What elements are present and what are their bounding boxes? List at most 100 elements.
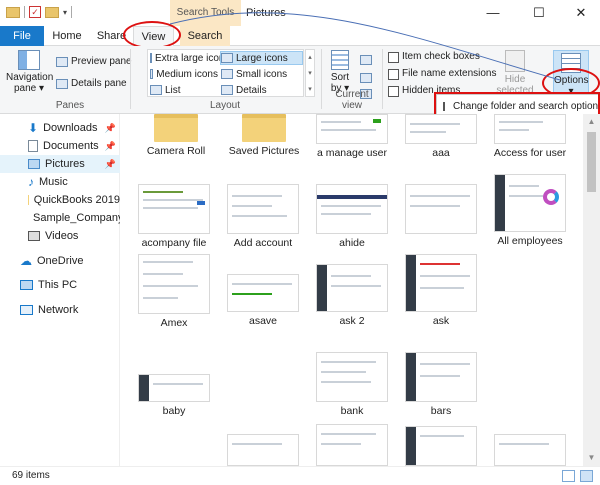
nav-item-network[interactable]: Network — [0, 301, 120, 319]
file-item[interactable] — [222, 434, 304, 466]
file-item[interactable]: ahide — [311, 184, 393, 249]
thumb-detail — [153, 383, 203, 385]
preview-pane-button[interactable]: Preview pane — [56, 54, 132, 70]
details-pane-button[interactable]: Details pane — [56, 76, 127, 92]
file-item[interactable]: asave — [222, 274, 304, 327]
layout-extra-large-icons[interactable]: Extra large icons — [150, 51, 229, 65]
file-item[interactable]: Add account — [222, 184, 304, 249]
file-item[interactable] — [400, 184, 482, 237]
tab-view[interactable]: View — [133, 26, 174, 47]
file-name-extensions-toggle[interactable]: File name extensions — [388, 66, 497, 82]
group-divider — [130, 49, 131, 109]
layout-gallery-scroll[interactable]: ▴ ▾ ▾ — [305, 49, 315, 97]
file-item[interactable]: bars — [400, 352, 482, 417]
thumb-detail — [139, 375, 149, 401]
file-item[interactable]: Amex — [133, 254, 215, 329]
details-view-icon[interactable] — [562, 470, 575, 482]
nav-item-this-pc[interactable]: This PC — [0, 276, 120, 294]
file-item[interactable]: ask 2 — [311, 264, 393, 327]
thumb-detail — [143, 207, 198, 209]
file-item[interactable]: aaa — [400, 114, 482, 159]
file-item[interactable] — [489, 434, 571, 466]
scroll-down-arrow-icon[interactable]: ▼ — [583, 450, 600, 466]
folder-icon[interactable] — [6, 6, 20, 18]
preview-pane-label: Preview pane — [71, 56, 132, 67]
layout-small-icons[interactable]: Small icons — [221, 67, 287, 81]
item-check-boxes-checkbox[interactable] — [388, 51, 399, 63]
thumb-detail — [410, 205, 460, 207]
file-item[interactable] — [311, 424, 393, 466]
nav-item-label: QuickBooks 2019 — [33, 194, 120, 206]
image-thumbnail — [316, 114, 388, 144]
add-columns-button[interactable] — [360, 70, 372, 86]
thumb-detail — [321, 129, 376, 131]
hide-selected-icon — [505, 50, 525, 72]
file-item[interactable]: All employees — [489, 174, 571, 247]
navigation-pane-label: Navigation — [6, 72, 54, 83]
tab-share[interactable]: Share — [95, 26, 128, 46]
scroll-up-arrow-icon[interactable]: ▲ — [583, 114, 600, 130]
close-button[interactable]: ✕ — [562, 0, 600, 26]
item-check-boxes-toggle[interactable]: Item check boxes — [388, 49, 480, 65]
thumb-detail — [321, 121, 361, 123]
nav-item-music[interactable]: ♪ Music — [0, 173, 120, 191]
thumb-detail — [143, 199, 203, 201]
vertical-scrollbar[interactable]: ▲ ▼ — [583, 114, 600, 466]
tab-home[interactable]: Home — [47, 26, 87, 46]
file-item[interactable]: acompany file — [133, 184, 215, 249]
thumb-detail — [410, 123, 460, 125]
layout-medium-icons[interactable]: Medium icons — [150, 67, 218, 81]
tab-file[interactable]: File — [0, 26, 44, 46]
nav-item-sample-company[interactable]: Sample_Company_I — [0, 209, 120, 227]
image-thumbnail — [138, 254, 210, 314]
layout-large-icons[interactable]: Large icons — [220, 51, 303, 65]
file-item[interactable]: Camera Roll — [135, 114, 217, 157]
nav-item-pictures[interactable]: Pictures 📌 — [0, 155, 120, 173]
thumb-detail — [406, 353, 416, 401]
file-item[interactable]: a manage user — [311, 114, 393, 159]
nav-item-videos[interactable]: Videos — [0, 227, 120, 245]
layout-details[interactable]: Details — [221, 83, 267, 97]
sort-by-button[interactable]: Sort by ▾ — [326, 50, 354, 94]
pin-icon[interactable]: 📌 — [105, 123, 116, 134]
pin-icon[interactable]: 📌 — [105, 141, 116, 152]
thumb-detail — [499, 121, 543, 123]
new-folder-icon[interactable] — [45, 6, 59, 18]
file-name-extensions-checkbox[interactable] — [388, 68, 399, 80]
scrollbar-thumb[interactable] — [587, 132, 596, 192]
folder-icon — [154, 114, 198, 142]
customize-toolbar-dropdown-icon[interactable]: ▾ — [63, 8, 67, 17]
image-thumbnail — [494, 174, 566, 232]
group-by-button[interactable] — [360, 52, 372, 68]
navigation-pane-button[interactable]: Navigation pane ▾ — [6, 50, 54, 94]
thumb-detail — [143, 261, 193, 263]
nav-item-quickbooks[interactable]: QuickBooks 2019 — [0, 191, 120, 209]
folder-icon — [242, 114, 286, 142]
file-item-label: asave — [248, 315, 278, 327]
file-item[interactable]: Saved Pictures — [223, 114, 305, 157]
tab-search[interactable]: Search — [180, 26, 230, 46]
file-item[interactable]: ask — [400, 254, 482, 327]
large-icons-view-icon[interactable] — [580, 470, 593, 482]
title-bar: ✓ ▾ Search Tools Pictures — ☐ ✕ — [0, 0, 600, 26]
hidden-items-checkbox[interactable] — [388, 85, 399, 97]
nav-item-downloads[interactable]: ⬇ Downloads 📌 — [0, 119, 120, 137]
file-item-label: bars — [430, 405, 452, 417]
file-item[interactable]: bank — [311, 352, 393, 417]
thumb-detail — [373, 119, 381, 123]
details-pane-label: Details pane — [71, 78, 127, 89]
layout-list[interactable]: List — [150, 83, 181, 97]
maximize-button[interactable]: ☐ — [516, 0, 562, 26]
file-item[interactable] — [400, 426, 482, 466]
properties-check-icon[interactable]: ✓ — [29, 6, 41, 18]
options-button[interactable]: Options ▾ — [553, 50, 589, 97]
file-item[interactable]: Access for user — [489, 114, 571, 159]
nav-item-onedrive[interactable]: ☁ OneDrive — [0, 252, 120, 270]
nav-item-documents[interactable]: Documents 📌 — [0, 137, 120, 155]
file-item-label: ask — [432, 315, 450, 327]
minimize-button[interactable]: — — [470, 0, 516, 26]
pin-icon[interactable]: 📌 — [105, 159, 116, 170]
add-columns-icon — [360, 73, 372, 83]
file-item[interactable]: baby — [133, 374, 215, 417]
file-item-label: ahide — [339, 237, 365, 249]
